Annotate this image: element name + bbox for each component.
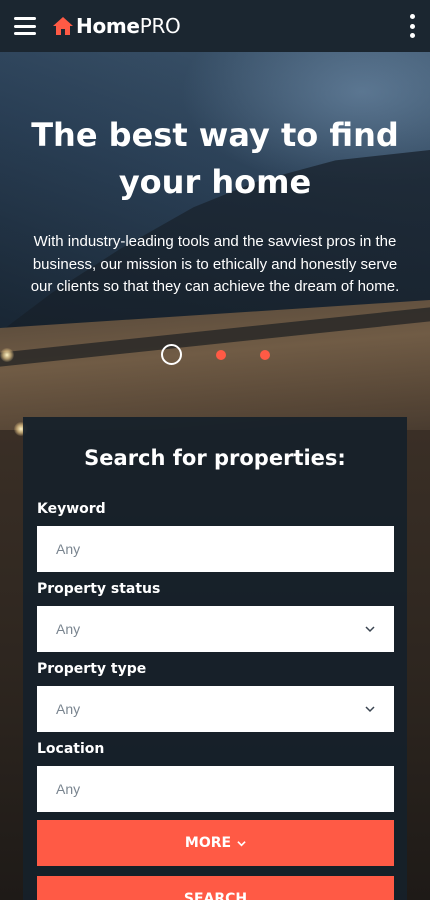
location-label: Location [37, 741, 105, 757]
slider-dot-3[interactable] [259, 349, 270, 360]
slider-dot-1[interactable] [160, 344, 182, 365]
more-button-label: MORE [184, 835, 232, 851]
kebab-icon[interactable] [408, 14, 416, 38]
search-button[interactable]: SEARCH [37, 876, 394, 900]
property-status-value: Any [56, 621, 81, 637]
logo[interactable]: Home PRO [53, 14, 181, 38]
chevron-down-icon [365, 626, 375, 633]
brand-name-bold: Home [76, 14, 140, 38]
keyword-label: Keyword [37, 501, 106, 517]
keyword-placeholder: Any [56, 541, 81, 557]
hamburger-icon[interactable] [14, 17, 36, 35]
chevron-down-icon [237, 840, 246, 846]
property-type-value: Any [56, 701, 81, 717]
chevron-down-icon [365, 706, 375, 713]
property-type-select[interactable]: Any [37, 686, 394, 732]
hero-section: The best way to find your home With indu… [0, 112, 430, 299]
brand-name-light: PRO [139, 14, 181, 38]
search-panel-title: Search for properties: [84, 446, 346, 470]
hero-title: The best way to find your home [31, 116, 399, 201]
search-panel: Search for properties: Keyword Any Prope… [23, 417, 407, 900]
location-placeholder: Any [56, 781, 81, 797]
property-type-label: Property type [37, 661, 147, 677]
slider-pagination [0, 344, 430, 365]
hero-subtitle: With industry-leading tools and the savv… [30, 233, 400, 295]
search-button-label: SEARCH [183, 891, 248, 900]
more-button[interactable]: MORE [37, 820, 394, 866]
keyword-input[interactable]: Any [37, 526, 394, 572]
property-status-select[interactable]: Any [37, 606, 394, 652]
property-status-label: Property status [37, 581, 161, 597]
location-input[interactable]: Any [37, 766, 394, 812]
slider-dot-2[interactable] [215, 349, 226, 360]
house-icon [53, 17, 73, 35]
top-navigation-bar: Home PRO [0, 0, 430, 52]
